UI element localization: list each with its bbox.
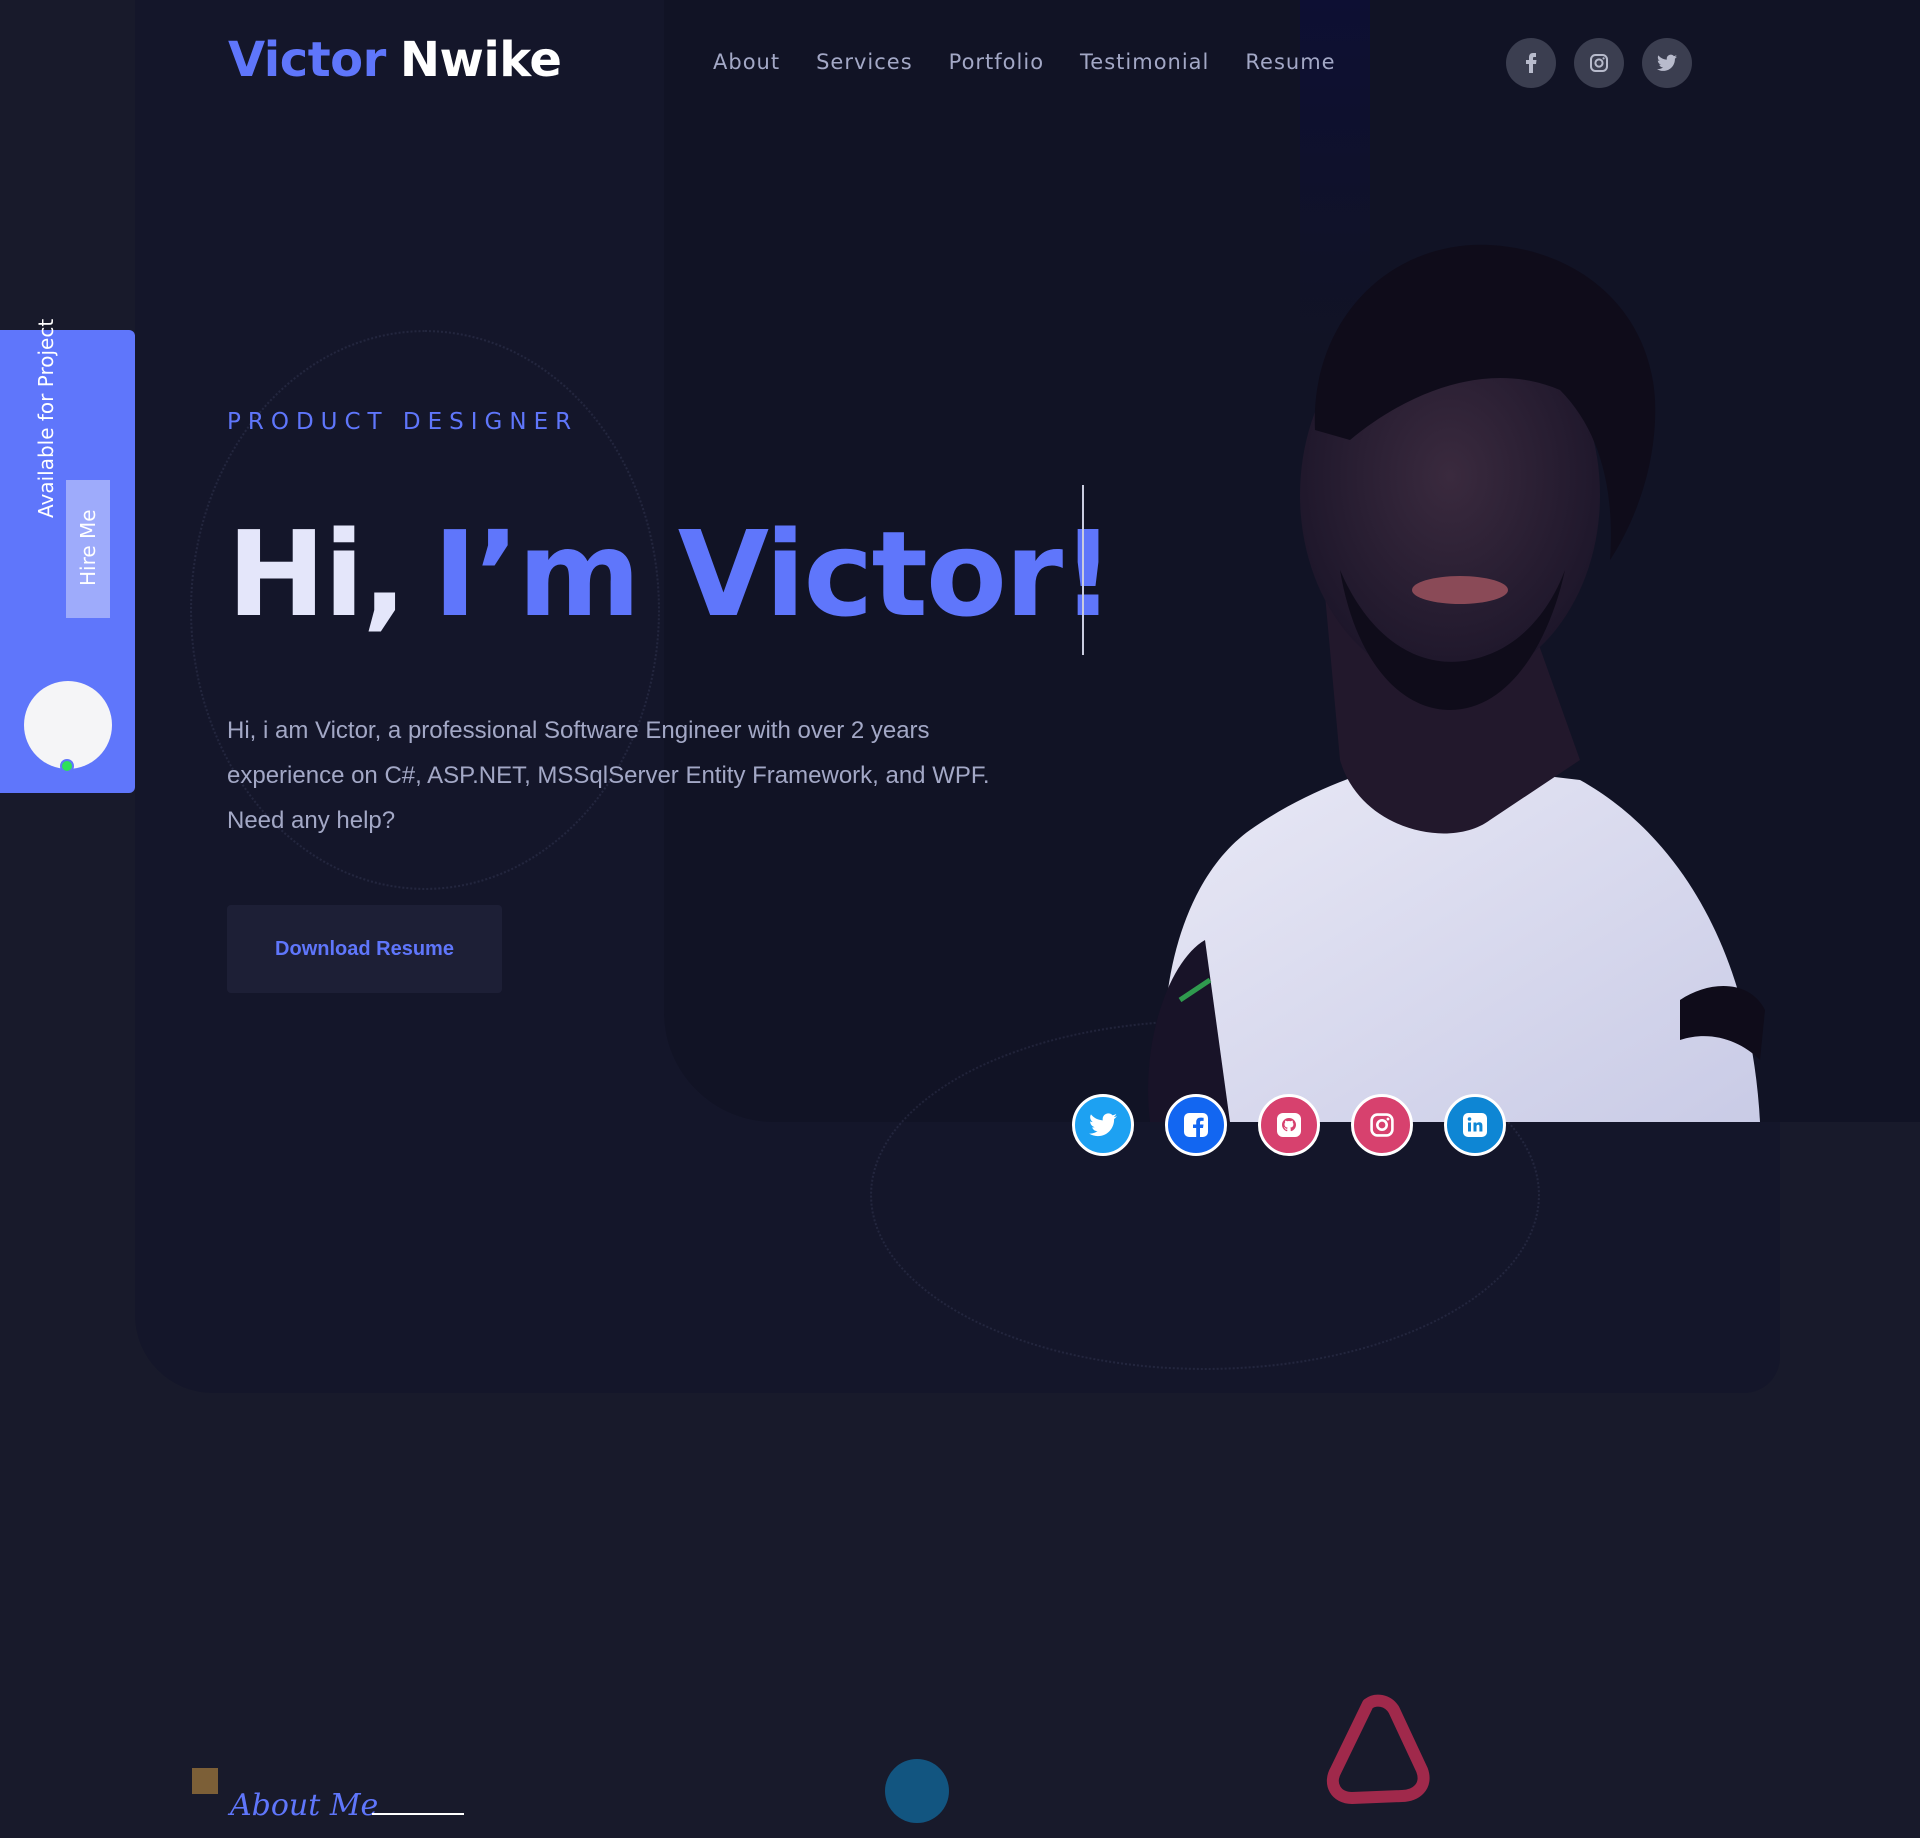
facebook-icon bbox=[1184, 1113, 1208, 1137]
linkedin-icon bbox=[1463, 1113, 1487, 1137]
nav-about[interactable]: About bbox=[713, 50, 780, 74]
hire-me-button[interactable]: Hire Me bbox=[66, 480, 110, 618]
logo-first-name: Victor bbox=[228, 32, 386, 88]
instagram-icon bbox=[1370, 1113, 1394, 1137]
hero-social-links bbox=[1072, 1094, 1506, 1156]
facebook-icon bbox=[1526, 53, 1537, 73]
avatar[interactable] bbox=[24, 681, 112, 769]
github-icon bbox=[1277, 1113, 1301, 1137]
logo-last-name: Nwike bbox=[399, 32, 562, 88]
twitter-link[interactable] bbox=[1072, 1094, 1134, 1156]
header-social-links bbox=[1506, 38, 1692, 88]
twitter-icon bbox=[1657, 54, 1677, 71]
headline-name: I’m Victor! bbox=[433, 505, 1115, 643]
hero-eyebrow: PRODUCT DESIGNER bbox=[227, 409, 579, 435]
about-title: About Me bbox=[230, 1788, 379, 1823]
nav-services[interactable]: Services bbox=[816, 50, 913, 74]
page: Victor Nwike About Services Portfolio Tes… bbox=[0, 0, 1920, 1838]
profile-photo bbox=[1148, 244, 1765, 1122]
linkedin-link[interactable] bbox=[1444, 1094, 1506, 1156]
hire-me-label: Hire Me bbox=[76, 509, 100, 586]
header-facebook-button[interactable] bbox=[1506, 38, 1556, 88]
site-logo[interactable]: Victor Nwike bbox=[228, 32, 562, 88]
header-twitter-button[interactable] bbox=[1642, 38, 1692, 88]
main-nav: About Services Portfolio Testimonial Res… bbox=[713, 50, 1336, 74]
decoration-circle bbox=[885, 1759, 949, 1823]
online-status-dot bbox=[60, 759, 74, 773]
about-underline bbox=[372, 1813, 464, 1815]
available-for-project-label: Available for Project bbox=[34, 318, 58, 518]
headline-greeting: Hi, bbox=[227, 505, 407, 643]
nav-resume[interactable]: Resume bbox=[1245, 50, 1335, 74]
github-link[interactable] bbox=[1258, 1094, 1320, 1156]
nav-portfolio[interactable]: Portfolio bbox=[949, 50, 1044, 74]
instagram-link[interactable] bbox=[1351, 1094, 1413, 1156]
facebook-link[interactable] bbox=[1165, 1094, 1227, 1156]
nav-testimonial[interactable]: Testimonial bbox=[1080, 50, 1209, 74]
hero-intro: Hi, i am Victor, a professional Software… bbox=[227, 717, 990, 834]
typing-cursor bbox=[1082, 485, 1084, 655]
instagram-icon bbox=[1590, 54, 1608, 72]
decoration-triangle bbox=[1326, 1694, 1430, 1804]
header-instagram-button[interactable] bbox=[1574, 38, 1624, 88]
about-decoration-square bbox=[192, 1768, 218, 1794]
hero-headline: Hi, I’m Victor! bbox=[227, 505, 1115, 643]
twitter-icon bbox=[1089, 1113, 1117, 1137]
download-resume-button[interactable]: Download Resume bbox=[227, 905, 502, 993]
